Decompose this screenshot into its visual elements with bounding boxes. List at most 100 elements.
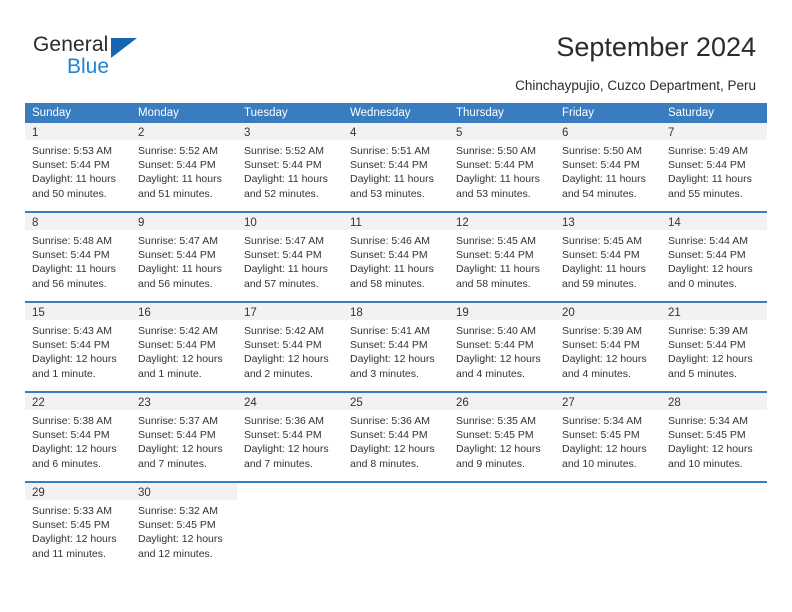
day-number: 22 (32, 397, 45, 409)
day-detail-line: Sunset: 5:45 PM (668, 429, 746, 442)
day-number: 6 (562, 127, 569, 139)
day-detail-line: Sunset: 5:44 PM (138, 429, 216, 442)
day-number: 18 (350, 307, 363, 319)
day-number-bar: 11 (343, 213, 449, 230)
day-cell[interactable]: 17 Sunrise: 5:42 AM Sunset: 5:44 PM Dayligh… (237, 303, 343, 391)
day-number: 16 (138, 307, 151, 319)
day-number: 23 (138, 397, 151, 409)
day-number-bar: 10 (237, 213, 343, 230)
day-detail-line: Daylight: 11 hours (350, 173, 434, 186)
day-detail-line: Daylight: 12 hours (456, 443, 541, 456)
day-cell[interactable]: 28 Sunrise: 5:34 AM Sunset: 5:45 PM Dayligh… (661, 393, 767, 481)
day-detail-line: Sunset: 5:44 PM (668, 159, 746, 172)
day-details: Sunrise: 5:47 AM Sunset: 5:44 PM Daylight:… (237, 230, 343, 291)
day-number-bar: 12 (449, 213, 555, 230)
day-cell[interactable]: 9 Sunrise: 5:47 AM Sunset: 5:44 PM Daylight… (131, 213, 237, 301)
day-number: 9 (138, 217, 145, 229)
day-cell[interactable]: 4 Sunrise: 5:51 AM Sunset: 5:44 PM Daylight… (343, 123, 449, 211)
day-detail-line: Sunset: 5:44 PM (32, 249, 110, 262)
day-number-bar (237, 483, 343, 500)
weekday-header-wednesday: Wednesday (350, 107, 411, 119)
day-details: Sunrise: 5:42 AM Sunset: 5:44 PM Daylight:… (237, 320, 343, 381)
day-details: Sunrise: 5:50 AM Sunset: 5:44 PM Daylight:… (555, 140, 661, 201)
logo-text-blue: Blue (67, 55, 110, 78)
day-cell[interactable]: 29 Sunrise: 5:33 AM Sunset: 5:45 PM Dayligh… (25, 483, 131, 571)
day-cell[interactable]: 8 Sunrise: 5:48 AM Sunset: 5:44 PM Daylight… (25, 213, 131, 301)
day-cell[interactable]: 16 Sunrise: 5:42 AM Sunset: 5:44 PM Dayligh… (131, 303, 237, 391)
day-cell[interactable]: 21 Sunrise: 5:39 AM Sunset: 5:44 PM Dayligh… (661, 303, 767, 391)
day-number: 4 (350, 127, 357, 139)
day-cell[interactable]: 12 Sunrise: 5:45 AM Sunset: 5:44 PM Dayligh… (449, 213, 555, 301)
day-cell[interactable]: 15 Sunrise: 5:43 AM Sunset: 5:44 PM Dayligh… (25, 303, 131, 391)
day-cell[interactable]: 26 Sunrise: 5:35 AM Sunset: 5:45 PM Dayligh… (449, 393, 555, 481)
day-cell[interactable]: 6 Sunrise: 5:50 AM Sunset: 5:44 PM Daylight… (555, 123, 661, 211)
day-cell[interactable]: 27 Sunrise: 5:34 AM Sunset: 5:45 PM Dayligh… (555, 393, 661, 481)
day-cell[interactable]: 30 Sunrise: 5:32 AM Sunset: 5:45 PM Dayligh… (131, 483, 237, 571)
day-detail-line: Sunrise: 5:36 AM (350, 415, 430, 427)
day-detail-line: Sunrise: 5:42 AM (244, 325, 324, 337)
day-detail-line: Sunrise: 5:51 AM (350, 145, 430, 157)
day-cell[interactable]: 7 Sunrise: 5:49 AM Sunset: 5:44 PM Daylight… (661, 123, 767, 211)
day-number: 2 (138, 127, 145, 139)
day-cell[interactable]: 10 Sunrise: 5:47 AM Sunset: 5:44 PM Dayligh… (237, 213, 343, 301)
day-details: Sunrise: 5:32 AM Sunset: 5:45 PM Daylight:… (131, 500, 237, 561)
day-cell[interactable]: 14 Sunrise: 5:44 AM Sunset: 5:44 PM Dayligh… (661, 213, 767, 301)
day-detail-line: Sunrise: 5:36 AM (244, 415, 324, 427)
day-cell-empty (555, 483, 661, 571)
day-number-bar: 2 (131, 123, 237, 140)
day-detail-line: Sunrise: 5:49 AM (668, 145, 748, 157)
day-number-bar: 30 (131, 483, 237, 500)
day-detail-line: and 1 minute. (138, 367, 202, 380)
day-details: Sunrise: 5:36 AM Sunset: 5:44 PM Daylight:… (237, 410, 343, 471)
day-details: Sunrise: 5:42 AM Sunset: 5:44 PM Daylight:… (131, 320, 237, 381)
day-detail-line: and 2 minutes. (244, 367, 313, 380)
day-detail-line: Sunrise: 5:52 AM (244, 145, 324, 157)
day-detail-line: and 7 minutes. (244, 457, 313, 470)
day-number: 13 (562, 217, 575, 229)
day-cell[interactable]: 11 Sunrise: 5:46 AM Sunset: 5:44 PM Dayligh… (343, 213, 449, 301)
day-detail-line: Sunset: 5:44 PM (562, 339, 640, 352)
day-detail-line: Daylight: 11 hours (668, 173, 752, 186)
day-detail-line: Sunrise: 5:50 AM (456, 145, 536, 157)
day-cell[interactable]: 18 Sunrise: 5:41 AM Sunset: 5:44 PM Dayligh… (343, 303, 449, 391)
day-cell[interactable]: 22 Sunrise: 5:38 AM Sunset: 5:44 PM Dayligh… (25, 393, 131, 481)
day-number: 29 (32, 487, 45, 499)
day-cell[interactable]: 3 Sunrise: 5:52 AM Sunset: 5:44 PM Daylight… (237, 123, 343, 211)
day-detail-line: and 53 minutes. (350, 187, 425, 200)
day-cell[interactable]: 1 Sunrise: 5:53 AM Sunset: 5:44 PM Daylight… (25, 123, 131, 211)
day-number-bar: 27 (555, 393, 661, 410)
day-detail-line: Sunrise: 5:50 AM (562, 145, 642, 157)
day-cell[interactable]: 25 Sunrise: 5:36 AM Sunset: 5:44 PM Dayligh… (343, 393, 449, 481)
day-number-bar (343, 483, 449, 500)
day-detail-line: Sunset: 5:44 PM (244, 429, 322, 442)
day-detail-line: Daylight: 12 hours (562, 443, 647, 456)
day-details: Sunrise: 5:45 AM Sunset: 5:44 PM Daylight:… (555, 230, 661, 291)
day-number-bar: 9 (131, 213, 237, 230)
day-detail-line: Daylight: 12 hours (138, 353, 223, 366)
day-cell[interactable]: 19 Sunrise: 5:40 AM Sunset: 5:44 PM Dayligh… (449, 303, 555, 391)
day-number: 25 (350, 397, 363, 409)
day-cell[interactable]: 20 Sunrise: 5:39 AM Sunset: 5:44 PM Dayligh… (555, 303, 661, 391)
day-cell[interactable]: 24 Sunrise: 5:36 AM Sunset: 5:44 PM Dayligh… (237, 393, 343, 481)
day-cell[interactable]: 13 Sunrise: 5:45 AM Sunset: 5:44 PM Dayligh… (555, 213, 661, 301)
day-number: 14 (668, 217, 681, 229)
day-cell[interactable]: 23 Sunrise: 5:37 AM Sunset: 5:44 PM Dayligh… (131, 393, 237, 481)
page-subtitle: Chinchaypujio, Cuzco Department, Peru (515, 78, 756, 93)
day-number-bar: 26 (449, 393, 555, 410)
day-cell[interactable]: 2 Sunrise: 5:52 AM Sunset: 5:44 PM Daylight… (131, 123, 237, 211)
day-detail-line: Sunrise: 5:47 AM (244, 235, 324, 247)
day-detail-line: Sunset: 5:44 PM (32, 429, 110, 442)
day-detail-line: Daylight: 12 hours (456, 353, 541, 366)
day-number-bar: 18 (343, 303, 449, 320)
day-detail-line: Daylight: 12 hours (562, 353, 647, 366)
day-number: 26 (456, 397, 469, 409)
day-detail-line: Sunrise: 5:47 AM (138, 235, 218, 247)
day-detail-line: Daylight: 11 hours (138, 173, 222, 186)
day-detail-line: Sunset: 5:44 PM (456, 159, 534, 172)
weekday-header-thursday: Thursday (456, 107, 504, 119)
day-details: Sunrise: 5:36 AM Sunset: 5:44 PM Daylight:… (343, 410, 449, 471)
day-details: Sunrise: 5:39 AM Sunset: 5:44 PM Daylight:… (661, 320, 767, 381)
day-detail-line: Daylight: 12 hours (138, 533, 223, 546)
day-number: 10 (244, 217, 257, 229)
day-cell[interactable]: 5 Sunrise: 5:50 AM Sunset: 5:44 PM Daylight… (449, 123, 555, 211)
